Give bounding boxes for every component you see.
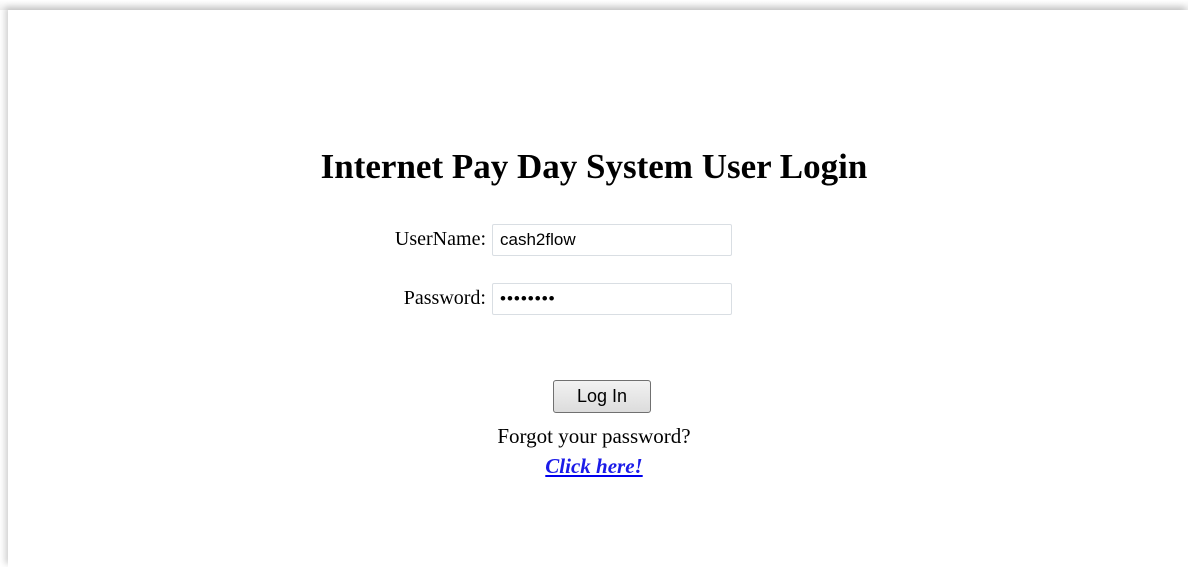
username-label: UserName: — [394, 228, 486, 250]
click-here-link[interactable]: Click here! — [545, 454, 642, 478]
password-row: Password: — [300, 283, 740, 317]
top-shadow — [0, 0, 1188, 10]
password-label: Password: — [403, 287, 486, 309]
password-input[interactable] — [492, 283, 732, 315]
click-here-link-container: Click here! — [0, 454, 1188, 479]
login-button[interactable]: Log In — [553, 380, 651, 413]
username-row: UserName: — [300, 224, 740, 258]
username-input[interactable] — [492, 224, 732, 256]
forgot-password-text: Forgot your password? — [497, 424, 691, 448]
page-title: Internet Pay Day System User Login — [320, 147, 868, 186]
